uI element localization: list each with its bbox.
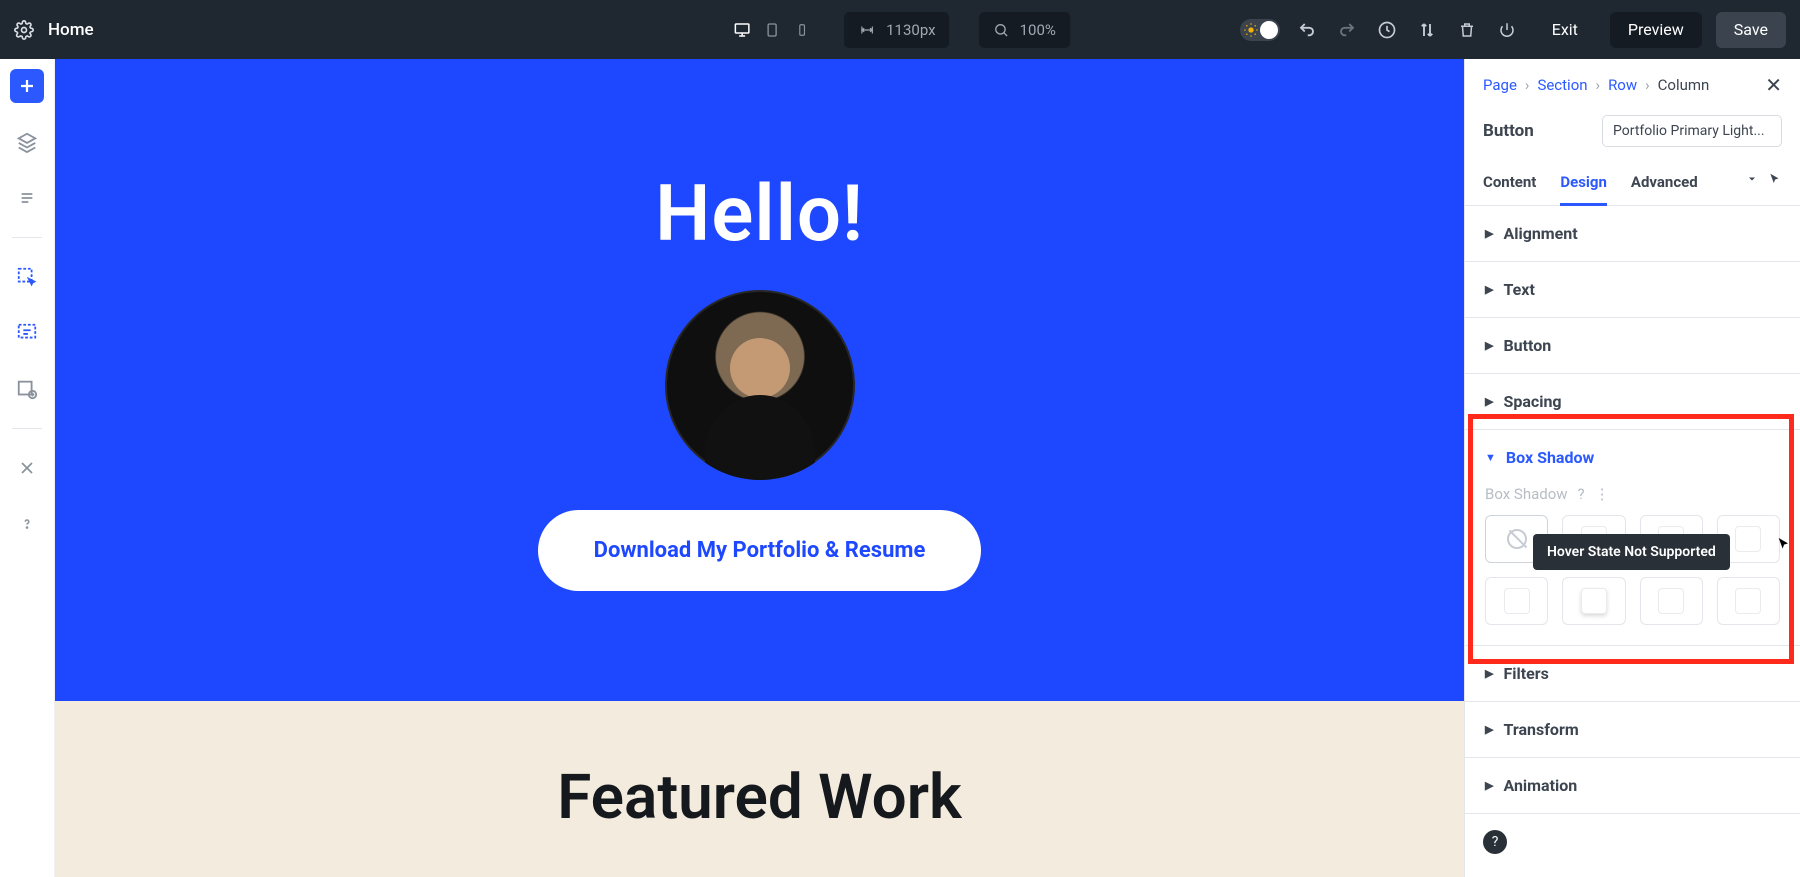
acc-spacing[interactable]: ▶Spacing — [1465, 374, 1800, 429]
featured-section[interactable]: Featured Work — [55, 701, 1464, 877]
tools-icon[interactable] — [10, 451, 44, 485]
cursor-icon[interactable] — [1768, 172, 1782, 186]
list-icon[interactable] — [10, 181, 44, 215]
acc-filters[interactable]: ▶Filters — [1465, 646, 1800, 701]
sort-icon[interactable] — [1414, 17, 1440, 43]
shadow-opt-4[interactable] — [1717, 515, 1780, 563]
tab-design[interactable]: Design — [1560, 163, 1607, 205]
crumb-page[interactable]: Page — [1483, 76, 1517, 94]
desktop-icon[interactable] — [730, 18, 754, 42]
settings-panel: Page› Section› Row› Column ✕ Button Port… — [1464, 59, 1800, 877]
gear-icon[interactable] — [14, 20, 34, 40]
acc-animation[interactable]: ▶Animation — [1465, 758, 1800, 813]
click-module-icon[interactable] — [10, 260, 44, 294]
hero-title: Hello! — [655, 169, 864, 260]
acc-transform[interactable]: ▶Transform — [1465, 702, 1800, 757]
element-type: Button — [1483, 121, 1534, 141]
canvas-width-input[interactable]: 1130px — [844, 12, 949, 48]
acc-text[interactable]: ▶Text — [1465, 262, 1800, 317]
power-icon[interactable] — [1494, 17, 1520, 43]
shadow-opt-8[interactable] — [1717, 577, 1780, 625]
cursor-icon — [1776, 536, 1792, 552]
acc-alignment[interactable]: ▶Alignment — [1465, 206, 1800, 261]
top-bar: Home 1130px 100% Exit Preview Save — [0, 0, 1800, 59]
phone-icon[interactable] — [790, 18, 814, 42]
device-group — [730, 18, 814, 42]
tab-content[interactable]: Content — [1483, 163, 1536, 205]
help-dot-icon[interactable]: ? — [1483, 830, 1507, 854]
canvas[interactable]: Hello! Download My Portfolio & Resume Fe… — [55, 59, 1464, 877]
shadow-opt-7[interactable] — [1640, 577, 1703, 625]
undo-icon[interactable] — [1294, 17, 1320, 43]
save-layout-icon[interactable] — [10, 372, 44, 406]
more-icon[interactable]: ⋮ — [1595, 485, 1610, 503]
layers-icon[interactable] — [10, 125, 44, 159]
crumb-section[interactable]: Section — [1537, 76, 1587, 94]
chevron-down-icon[interactable] — [1746, 173, 1758, 185]
crumb-row[interactable]: Row — [1608, 76, 1637, 94]
preset-select[interactable]: Portfolio Primary Light... — [1602, 115, 1782, 147]
zoom-input[interactable]: 100% — [980, 12, 1070, 48]
canvas-width-value: 1130px — [886, 21, 935, 39]
tablet-icon[interactable] — [760, 18, 784, 42]
help-question-icon[interactable]: ? — [1578, 485, 1585, 503]
box-shadow-label: Box Shadow ? ⋮ — [1485, 485, 1780, 503]
avatar — [665, 290, 855, 480]
shadow-opt-6[interactable] — [1562, 577, 1625, 625]
history-icon[interactable] — [1374, 17, 1400, 43]
shadow-opt-3[interactable] — [1640, 515, 1703, 563]
acc-box-shadow[interactable]: ▼Box Shadow — [1465, 430, 1800, 485]
cta-button[interactable]: Download My Portfolio & Resume — [538, 510, 982, 591]
shadow-opt-5[interactable] — [1485, 577, 1548, 625]
preset-label: Portfolio Primary Light... — [1613, 123, 1765, 139]
hero-section[interactable]: Hello! Download My Portfolio & Resume — [55, 59, 1464, 701]
shadow-opt-2[interactable] — [1562, 515, 1625, 563]
featured-title: Featured Work — [55, 761, 1464, 834]
shadow-options — [1485, 515, 1780, 625]
close-icon[interactable]: ✕ — [1765, 73, 1782, 97]
template-icon[interactable] — [10, 316, 44, 350]
breadcrumb: Page› Section› Row› Column ✕ — [1465, 59, 1800, 111]
zoom-value: 100% — [1020, 21, 1056, 39]
exit-button[interactable]: Exit — [1534, 12, 1596, 48]
shadow-none[interactable] — [1485, 515, 1548, 563]
tab-advanced[interactable]: Advanced — [1631, 163, 1698, 205]
preview-button[interactable]: Preview — [1610, 12, 1702, 48]
left-rail — [0, 59, 55, 877]
save-button[interactable]: Save — [1716, 12, 1786, 48]
home-link[interactable]: Home — [48, 20, 94, 40]
redo-icon[interactable] — [1334, 17, 1360, 43]
crumb-column[interactable]: Column — [1658, 76, 1710, 94]
acc-button[interactable]: ▶Button — [1465, 318, 1800, 373]
trash-icon[interactable] — [1454, 17, 1480, 43]
theme-toggle[interactable] — [1240, 19, 1280, 41]
help-icon[interactable] — [10, 507, 44, 541]
add-button[interactable] — [10, 69, 44, 103]
